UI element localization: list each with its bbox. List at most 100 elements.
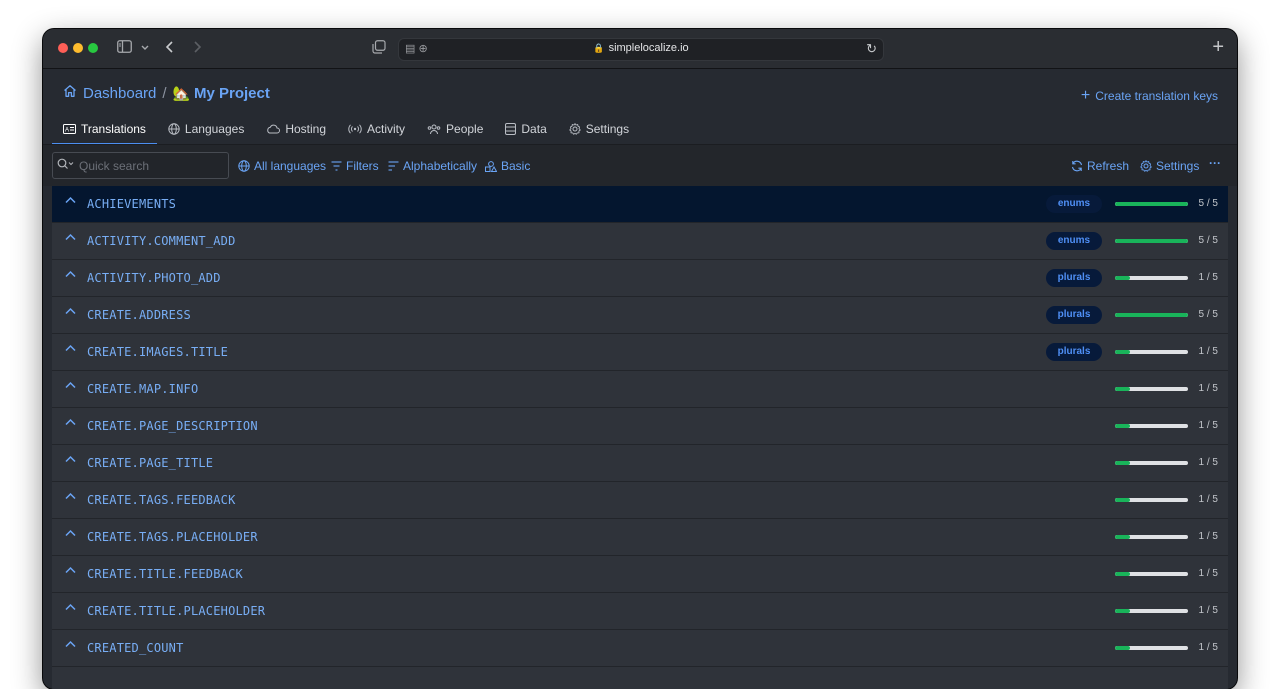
close-window-button[interactable] — [58, 43, 68, 53]
search-input[interactable] — [77, 157, 226, 175]
chevron-up-icon[interactable] — [65, 640, 76, 648]
tab-label: Languages — [184, 122, 245, 136]
gear-icon — [1140, 160, 1152, 172]
key-type-badge: plurals — [1046, 269, 1102, 287]
chevron-up-icon[interactable] — [65, 418, 76, 426]
translation-key-name[interactable]: CREATE.PAGE_DESCRIPTION — [87, 419, 258, 433]
refresh-button[interactable]: Refresh — [1071, 159, 1129, 173]
settings-button[interactable]: Settings — [1140, 159, 1199, 173]
translation-key-row[interactable] — [52, 667, 1228, 689]
chevron-up-icon[interactable] — [65, 270, 76, 278]
chevron-up-icon[interactable] — [65, 233, 76, 241]
database-icon — [505, 123, 517, 135]
filters-button[interactable]: Filters — [331, 159, 379, 173]
translation-progress-bar — [1115, 461, 1188, 465]
translation-key-row[interactable]: ACTIVITY.COMMENT_ADD enums 5 / 5 — [52, 223, 1228, 260]
translation-key-name[interactable]: CREATE.IMAGES.TITLE — [87, 345, 228, 359]
breadcrumb-dashboard-link[interactable]: Dashboard — [83, 85, 156, 102]
shapes-icon — [485, 160, 497, 172]
tab-languages[interactable]: Languages — [157, 115, 255, 143]
broadcast-icon — [348, 124, 362, 134]
translation-key-name[interactable]: ACTIVITY.PHOTO_ADD — [87, 271, 221, 285]
create-translation-keys-label: Create translation keys — [1095, 89, 1218, 103]
view-mode-button[interactable]: Basic — [485, 159, 530, 173]
translation-key-name[interactable]: CREATE.TITLE.FEEDBACK — [87, 567, 243, 581]
tab-settings[interactable]: Settings — [558, 115, 640, 143]
translation-key-name[interactable]: CREATE.PAGE_TITLE — [87, 456, 213, 470]
translation-progress-count: 5 / 5 — [1198, 309, 1218, 320]
translation-progress-count: 1 / 5 — [1198, 420, 1218, 431]
breadcrumb: Dashboard / 🏡 My Project — [63, 84, 270, 102]
translation-key-row[interactable]: CREATE.TAGS.FEEDBACK 1 / 5 — [52, 482, 1228, 519]
translation-key-row[interactable]: CREATE.IMAGES.TITLE plurals 1 / 5 — [52, 334, 1228, 371]
chevron-up-icon[interactable] — [65, 455, 76, 463]
chevron-up-icon[interactable] — [65, 566, 76, 574]
tab-label: Hosting — [285, 122, 326, 136]
chevron-up-icon[interactable] — [65, 196, 76, 204]
translation-key-name[interactable]: CREATE.MAP.INFO — [87, 382, 198, 396]
people-icon — [427, 124, 441, 135]
minimize-window-button[interactable] — [73, 43, 83, 53]
translation-key-name[interactable]: ACTIVITY.COMMENT_ADD — [87, 234, 236, 248]
translation-key-name[interactable]: ACHIEVEMENTS — [87, 197, 176, 211]
translation-key-row[interactable]: ACHIEVEMENTS enums 5 / 5 — [52, 186, 1228, 223]
quick-search[interactable] — [52, 152, 229, 179]
tab-translations[interactable]: A Translations — [52, 115, 157, 145]
translation-key-name[interactable]: CREATE.TAGS.PLACEHOLDER — [87, 530, 258, 544]
tab-hosting[interactable]: Hosting — [255, 115, 337, 143]
translation-key-name[interactable]: CREATED_COUNT — [87, 641, 184, 655]
translation-key-row[interactable]: CREATED_COUNT 1 / 5 — [52, 630, 1228, 667]
sidebar-toggle-icon[interactable] — [117, 40, 132, 53]
chevron-up-icon[interactable] — [65, 603, 76, 611]
search-icon — [57, 158, 75, 170]
plus-icon: + — [1080, 87, 1091, 104]
progress-fill — [1115, 535, 1130, 539]
more-options-button[interactable]: ··· — [1209, 156, 1221, 170]
home-icon[interactable] — [63, 84, 77, 102]
translation-key-name[interactable]: CREATE.TAGS.FEEDBACK — [87, 493, 236, 507]
translation-key-row[interactable]: CREATE.TITLE.PLACEHOLDER 1 / 5 — [52, 593, 1228, 630]
reload-icon[interactable]: ↻ — [866, 41, 877, 57]
translation-progress-count: 1 / 5 — [1198, 605, 1218, 616]
sort-label: Alphabetically — [403, 159, 478, 173]
translation-key-row[interactable]: CREATE.ADDRESS plurals 5 / 5 — [52, 297, 1228, 334]
chevron-up-icon[interactable] — [65, 381, 76, 389]
translation-key-row[interactable]: CREATE.TITLE.FEEDBACK 1 / 5 — [52, 556, 1228, 593]
chevron-up-icon[interactable] — [65, 529, 76, 537]
sort-icon — [388, 161, 399, 171]
zoom-window-button[interactable] — [88, 43, 98, 53]
translation-key-name[interactable]: CREATE.ADDRESS — [87, 308, 191, 322]
translations-icon: A — [63, 124, 76, 134]
new-tab-icon[interactable]: + — [1212, 36, 1224, 59]
address-bar[interactable]: ▤ ⊕ 🔒 simplelocalize.io ↻ — [398, 38, 884, 61]
translation-key-row[interactable]: ACTIVITY.PHOTO_ADD plurals 1 / 5 — [52, 260, 1228, 297]
progress-fill — [1115, 572, 1130, 576]
chevron-up-icon[interactable] — [65, 492, 76, 500]
tab-activity[interactable]: Activity — [337, 115, 416, 143]
translation-progress-bar — [1115, 276, 1188, 280]
translation-key-name[interactable]: CREATE.TITLE.PLACEHOLDER — [87, 604, 265, 618]
translation-progress-bar — [1115, 313, 1188, 317]
chevron-down-icon[interactable] — [141, 41, 149, 53]
all-languages-button[interactable]: All languages — [238, 159, 326, 173]
translation-progress-count: 5 / 5 — [1198, 198, 1218, 209]
create-translation-keys-button[interactable]: + Create translation keys — [1080, 87, 1218, 104]
chevron-up-icon[interactable] — [65, 307, 76, 315]
translation-key-row[interactable]: CREATE.TAGS.PLACEHOLDER 1 / 5 — [52, 519, 1228, 556]
tab-overview-icon[interactable] — [372, 40, 386, 54]
translation-key-row[interactable]: CREATE.MAP.INFO 1 / 5 — [52, 371, 1228, 408]
translation-progress-bar — [1115, 498, 1188, 502]
breadcrumb-project-link[interactable]: My Project — [194, 85, 270, 102]
forward-arrow-icon[interactable] — [192, 40, 202, 54]
back-arrow-icon[interactable] — [165, 40, 175, 54]
progress-fill — [1115, 498, 1130, 502]
sort-button[interactable]: Alphabetically — [388, 159, 477, 173]
chevron-up-icon[interactable] — [65, 344, 76, 352]
translation-progress-bar — [1115, 646, 1188, 650]
translation-key-row[interactable]: CREATE.PAGE_DESCRIPTION 1 / 5 — [52, 408, 1228, 445]
settings-label: Settings — [1156, 159, 1200, 173]
tab-data[interactable]: Data — [494, 115, 557, 143]
translation-key-row[interactable]: CREATE.PAGE_TITLE 1 / 5 — [52, 445, 1228, 482]
progress-fill — [1115, 609, 1130, 613]
tab-people[interactable]: People — [416, 115, 494, 143]
